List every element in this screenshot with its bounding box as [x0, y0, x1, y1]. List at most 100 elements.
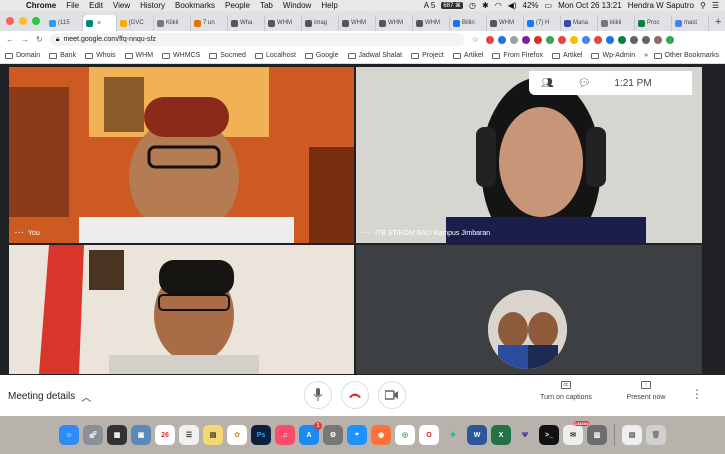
- people-icon[interactable]: 👥︎: [541, 78, 554, 89]
- status-badge[interactable]: 687 ⌘: [441, 2, 464, 9]
- finder-icon[interactable]: ☺: [59, 425, 79, 445]
- turn-on-captions-button[interactable]: cc Turn on captions: [531, 381, 601, 401]
- menu-view[interactable]: View: [113, 1, 130, 10]
- app-store-icon[interactable]: A1: [299, 422, 322, 445]
- bookmark-item[interactable]: Domain: [5, 52, 40, 59]
- extension-icon[interactable]: [521, 35, 530, 44]
- excel-icon[interactable]: X: [491, 425, 511, 445]
- spotlight-icon[interactable]: ⚲: [700, 1, 706, 10]
- back-icon[interactable]: ←: [6, 35, 14, 44]
- extension-icon[interactable]: [581, 35, 590, 44]
- bookmark-item[interactable]: Artikel: [552, 52, 582, 59]
- terminal-icon[interactable]: >_: [539, 425, 559, 445]
- bookmark-star-icon[interactable]: ☆: [472, 35, 479, 44]
- opera-icon[interactable]: O: [419, 425, 439, 445]
- music-icon[interactable]: ♫: [275, 425, 295, 445]
- firefox-icon[interactable]: ◉: [371, 425, 391, 445]
- reminders-icon[interactable]: ☰: [179, 425, 199, 445]
- profile-avatar[interactable]: [653, 35, 662, 44]
- archive-utility-icon[interactable]: ▥: [587, 425, 607, 445]
- browser-tab[interactable]: ×: [83, 15, 117, 31]
- menu-people[interactable]: People: [225, 1, 250, 10]
- browser-tab[interactable]: imag: [302, 15, 339, 31]
- browser-tab[interactable]: (115: [46, 15, 83, 31]
- time-machine-icon[interactable]: ◷: [469, 1, 476, 10]
- browser-tab[interactable]: WHM: [339, 15, 376, 31]
- bookmark-other[interactable]: Other Bookmarks: [653, 52, 719, 59]
- bookmark-item[interactable]: Jadwal Shalat: [347, 52, 402, 59]
- word-icon[interactable]: W: [467, 425, 487, 445]
- reload-icon[interactable]: ↻: [36, 35, 43, 44]
- browser-tab[interactable]: Proc: [635, 15, 672, 31]
- hang-up-button[interactable]: [341, 381, 369, 409]
- menu-file[interactable]: File: [66, 1, 79, 10]
- mission-control-icon[interactable]: ▦: [107, 425, 127, 445]
- bookmark-item[interactable]: Wp-Admin: [591, 52, 635, 59]
- menu-icon[interactable]: [641, 35, 650, 44]
- extension-icon[interactable]: [509, 35, 518, 44]
- extension-icon[interactable]: [605, 35, 614, 44]
- extensions-puzzle-icon[interactable]: [629, 35, 638, 44]
- extension-icon[interactable]: [569, 35, 578, 44]
- browser-tab[interactable]: WHM: [413, 15, 450, 31]
- browser-tab[interactable]: Mana: [561, 15, 598, 31]
- extension-icon[interactable]: [557, 35, 566, 44]
- bookmark-item[interactable]: Socmed: [209, 52, 246, 59]
- menu-edit[interactable]: Edit: [89, 1, 103, 10]
- new-tab-button[interactable]: +: [715, 16, 721, 28]
- battery-percent[interactable]: 42%: [523, 1, 539, 10]
- browser-tab[interactable]: WHM: [487, 15, 524, 31]
- chat-icon[interactable]: 💬︎: [578, 78, 591, 89]
- notification-center-icon[interactable]: ☰: [712, 1, 719, 10]
- browser-tab[interactable]: klikli: [598, 15, 635, 31]
- downloads-folder-icon[interactable]: ▤: [622, 425, 642, 445]
- forward-icon[interactable]: →: [21, 35, 29, 44]
- user-name[interactable]: Hendra W Saputro: [628, 1, 694, 10]
- extension-icon[interactable]: [497, 35, 506, 44]
- photoshop-icon[interactable]: Ps: [251, 425, 271, 445]
- trident-icon[interactable]: Ψ: [515, 425, 535, 445]
- browser-tab[interactable]: Billin: [450, 15, 487, 31]
- launchpad-icon[interactable]: 🚀︎: [83, 425, 103, 445]
- menu-help[interactable]: Help: [321, 1, 337, 10]
- volume-icon[interactable]: ◀): [508, 1, 517, 10]
- browser-tab[interactable]: WHM: [265, 15, 302, 31]
- bookmark-item[interactable]: »: [644, 52, 648, 59]
- bookmark-item[interactable]: Localhost: [254, 52, 296, 59]
- menu-tab[interactable]: Tab: [260, 1, 273, 10]
- browser-tab[interactable]: (7) H: [524, 15, 561, 31]
- extension-icon[interactable]: [593, 35, 602, 44]
- present-now-button[interactable]: ↑ Present now: [611, 381, 681, 401]
- browser-tab[interactable]: WHM: [376, 15, 413, 31]
- more-options-icon[interactable]: ⋮: [691, 387, 703, 401]
- minimize-window-button[interactable]: [19, 17, 27, 25]
- photos-icon[interactable]: ✿: [227, 425, 247, 445]
- video-tile-participant-3[interactable]: [9, 245, 354, 374]
- extension-icon[interactable]: [485, 35, 494, 44]
- extension-icon[interactable]: [533, 35, 542, 44]
- adobe-status[interactable]: A 5: [424, 1, 436, 10]
- address-bar[interactable]: 🔒︎ meet.google.com/ffq-nnqu-sfz: [49, 33, 465, 46]
- bookmark-item[interactable]: Project: [411, 52, 444, 59]
- zoom-window-button[interactable]: [32, 17, 40, 25]
- video-tile-itb[interactable]: 👥︎ 💬︎ 1:21 PM ··· ITB STIKOM BALI Kampus…: [356, 67, 702, 243]
- extension-icon[interactable]: [617, 35, 626, 44]
- chrome-icon[interactable]: ◎: [395, 425, 415, 445]
- tab-close-icon[interactable]: ×: [97, 20, 101, 27]
- bookmark-item[interactable]: WHM: [124, 52, 153, 59]
- meeting-details-button[interactable]: Meeting details ︿: [8, 389, 91, 404]
- menu-history[interactable]: History: [140, 1, 165, 10]
- bookmark-item[interactable]: Google: [304, 52, 339, 59]
- menu-window[interactable]: Window: [283, 1, 311, 10]
- bird-app-icon[interactable]: ✈: [443, 425, 463, 445]
- sync-icon[interactable]: [665, 35, 674, 44]
- bookmark-item[interactable]: From Firefox: [492, 52, 543, 59]
- mail-icon[interactable]: ✉ 144194: [563, 421, 589, 445]
- clock[interactable]: Mon Oct 26 13:21: [558, 1, 622, 10]
- bookmark-item[interactable]: Bank: [49, 52, 76, 59]
- microphone-button[interactable]: [304, 381, 332, 409]
- extension-icon[interactable]: [545, 35, 554, 44]
- camera-button[interactable]: [378, 381, 406, 409]
- trash-icon[interactable]: 🗑︎: [646, 425, 666, 445]
- browser-tab[interactable]: 7 un: [191, 15, 228, 31]
